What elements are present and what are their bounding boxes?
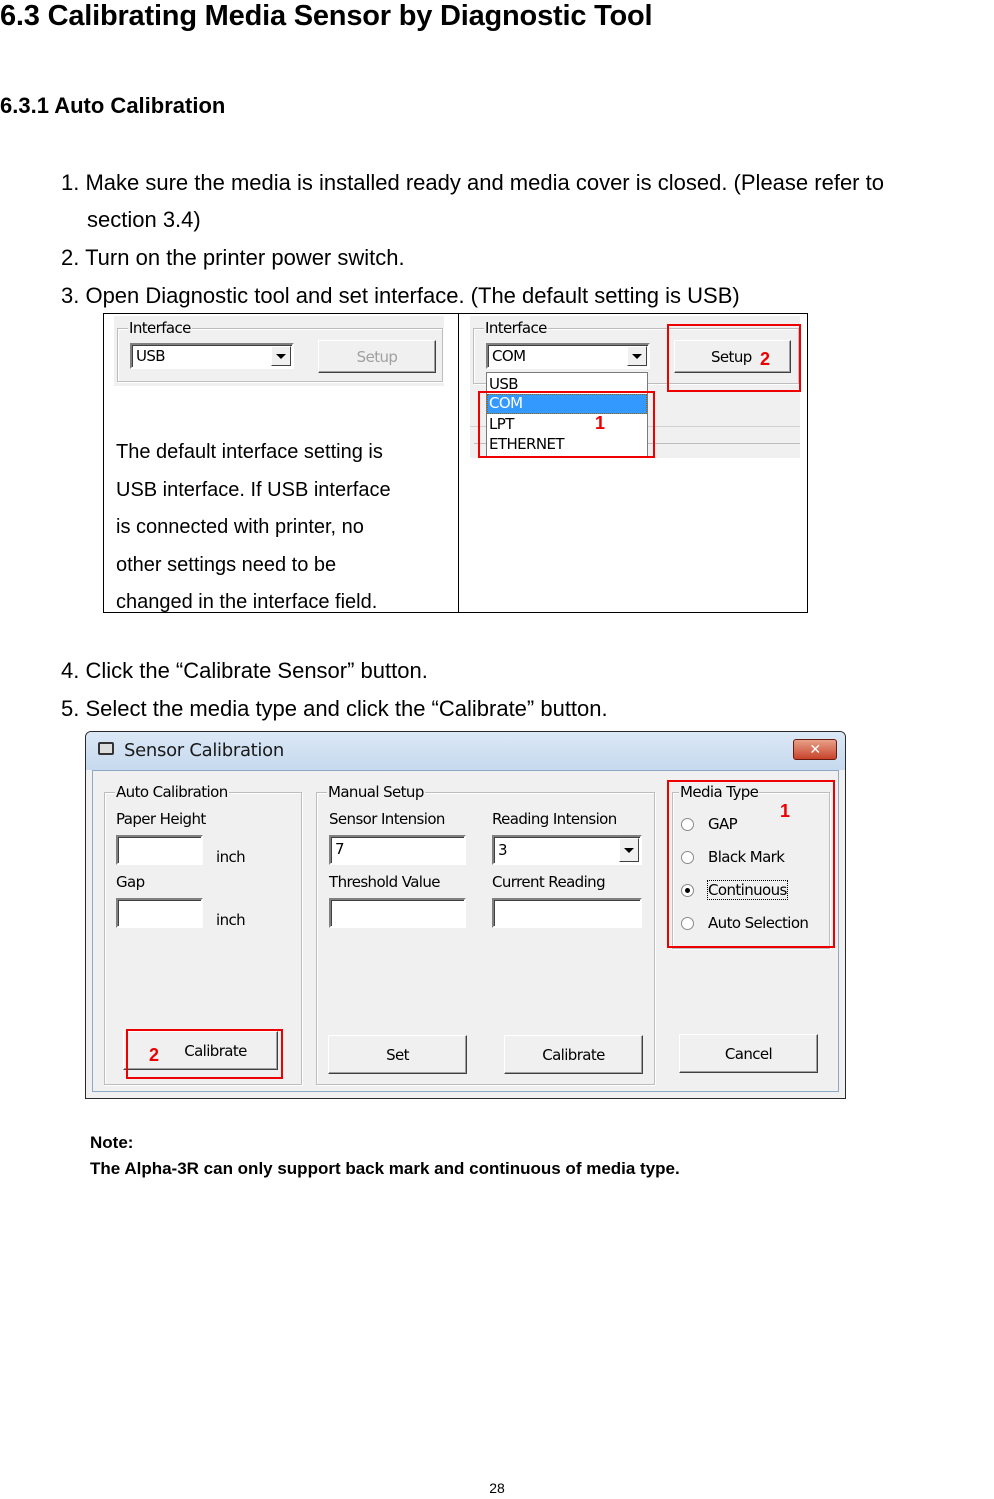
step-5: 5. Select the media type and click the “…	[61, 696, 608, 721]
interface-group: Interface USB Setup	[117, 319, 443, 382]
sensor-intension-label: Sensor Intension	[329, 810, 445, 828]
reading-intension-value: 3	[498, 841, 508, 859]
setup-button-disabled[interactable]: Setup	[318, 340, 436, 373]
gap-label: Gap	[116, 873, 145, 891]
interface-group-title: Interface	[484, 319, 548, 337]
description-line: The default interface setting is	[116, 441, 383, 463]
description-line: other settings need to be	[116, 553, 337, 576]
note: Note: The Alpha-3R can only support back…	[90, 1130, 680, 1182]
interface-group-title: Interface	[128, 319, 192, 337]
note-text: The Alpha-3R can only support back mark …	[90, 1159, 680, 1178]
callout-number-2: 2	[149, 1045, 159, 1065]
chevron-down-icon[interactable]	[627, 346, 647, 366]
callout-number-2: 2	[760, 349, 771, 369]
close-icon[interactable]: ✕	[793, 739, 837, 760]
cancel-button[interactable]: Cancel	[679, 1034, 818, 1073]
interface-combo[interactable]: COM	[486, 343, 650, 369]
callout-box-1	[478, 391, 655, 458]
paper-height-unit: inch	[216, 848, 246, 866]
chevron-down-icon[interactable]	[271, 346, 291, 366]
step-1: 1. Make sure the media is installed read…	[61, 170, 884, 195]
dialog-body: Auto Calibration Paper Height inch Gap i…	[92, 770, 839, 1092]
step-2: 2. Turn on the printer power switch.	[61, 245, 405, 270]
page-title: 6.3 Calibrating Media Sensor by Diagnost…	[0, 0, 653, 32]
callout-box-2	[667, 324, 801, 392]
interface-panel-default: Interface USB Setup	[114, 316, 444, 386]
printer-icon	[98, 742, 114, 755]
manual-setup-title: Manual Setup	[327, 783, 425, 801]
page-number: 28	[489, 1480, 505, 1496]
step-4: 4. Click the “Calibrate Sensor” button.	[61, 658, 428, 683]
threshold-input[interactable]	[329, 898, 466, 928]
interface-combo-value: USB	[136, 347, 166, 365]
callout-number-1: 1	[780, 801, 790, 821]
section-subtitle: 6.3.1 Auto Calibration	[0, 93, 226, 118]
description-line: is connected with printer, no	[116, 516, 364, 538]
current-reading-input[interactable]	[492, 898, 642, 928]
sensor-calibration-dialog: Sensor Calibration ✕ Auto Calibration Pa…	[85, 731, 846, 1099]
callout-number-1: 1	[595, 413, 606, 433]
note-title: Note:	[90, 1133, 134, 1152]
interface-description: The default interface setting is USB int…	[116, 434, 446, 622]
description-line: changed in the interface field.	[116, 591, 378, 613]
callout-box-1	[667, 780, 835, 948]
dialog-titlebar: Sensor Calibration ✕	[86, 732, 845, 770]
gap-input[interactable]	[116, 898, 203, 928]
step-1-cont: section 3.4)	[87, 207, 201, 232]
paper-height-input[interactable]	[116, 835, 203, 865]
gap-unit: inch	[216, 911, 246, 929]
set-button[interactable]: Set	[328, 1035, 467, 1074]
interface-table: Interface USB Setup The default interfac…	[103, 313, 808, 613]
chevron-down-icon[interactable]	[619, 838, 639, 862]
dialog-title: Sensor Calibration	[124, 740, 284, 761]
reading-intension-combo[interactable]: 3	[492, 835, 642, 865]
interface-combo-value: COM	[492, 347, 526, 365]
manual-calibrate-button[interactable]: Calibrate	[504, 1035, 643, 1074]
sensor-intension-value: 7	[335, 840, 345, 858]
reading-intension-label: Reading Intension	[492, 810, 617, 828]
table-divider	[458, 314, 459, 612]
auto-calibration-title: Auto Calibration	[115, 783, 229, 801]
current-reading-label: Current Reading	[492, 873, 606, 891]
step-3: 3. Open Diagnostic tool and set interfac…	[61, 283, 740, 308]
description-line: USB interface. If USB interface	[116, 478, 391, 501]
interface-combo[interactable]: USB	[130, 343, 294, 369]
threshold-label: Threshold Value	[329, 873, 440, 891]
manual-setup-group: Manual Setup Sensor Intension 7 Reading …	[316, 783, 655, 1085]
paper-height-label: Paper Height	[116, 810, 206, 828]
sensor-intension-input[interactable]: 7	[329, 835, 466, 865]
